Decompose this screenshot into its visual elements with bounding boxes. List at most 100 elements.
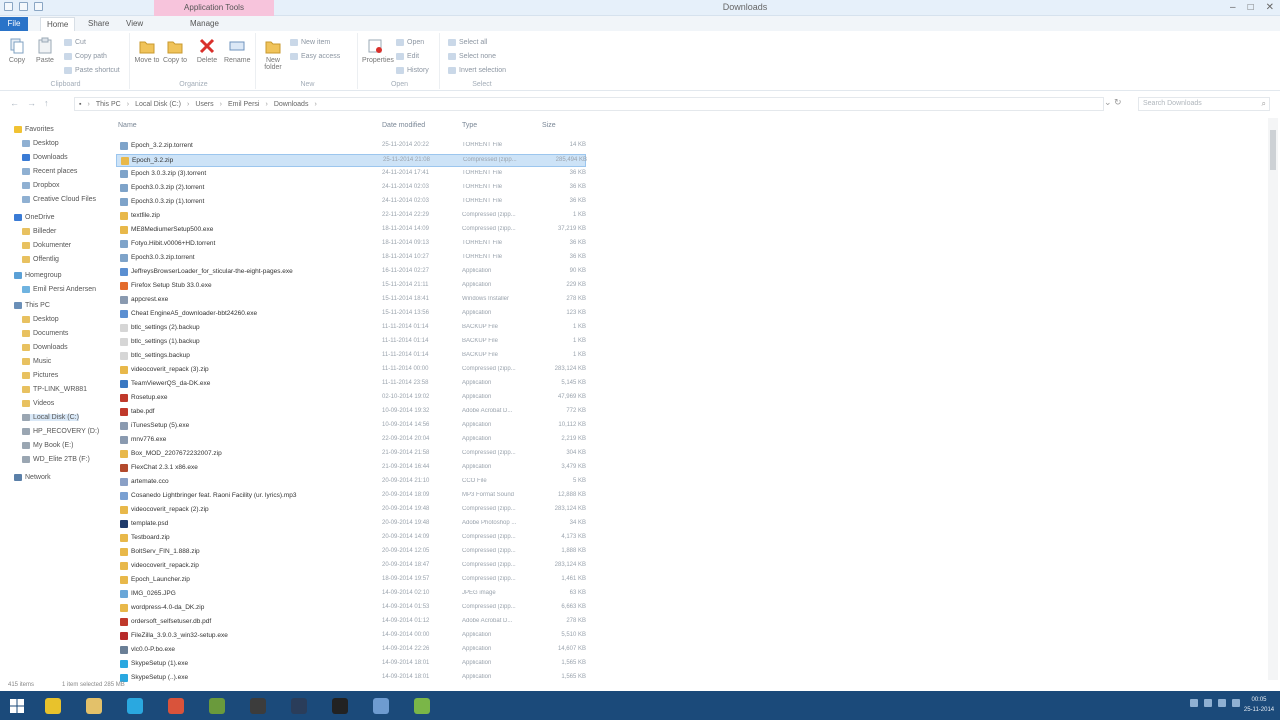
file-row[interactable]: wordpress-4.0-da_DK.zip 14-09-2014 01:53 C…	[116, 602, 586, 615]
file-row[interactable]: iTunesSetup (5).exe 10-09-2014 14:56 Appli…	[116, 420, 586, 433]
taskbar-paint-button[interactable]	[364, 694, 398, 717]
properties-icon[interactable]	[4, 2, 13, 11]
file-row[interactable]: videocoverit_repack (2).zip 20-09-2014 19…	[116, 504, 586, 517]
file-row[interactable]: Fotyo.Hibit.v0006+HD.torrent 18-11-2014 0…	[116, 238, 586, 251]
nav-favorite-item[interactable]: Dropbox	[22, 182, 59, 189]
nav-onedrive-item[interactable]: Billeder	[22, 228, 56, 235]
file-row[interactable]: mnv776.exe 22-09-2014 20:04 Application 2,2…	[116, 434, 586, 447]
copy-path-button[interactable]: Copy path	[64, 53, 107, 60]
rename-button[interactable]: Rename	[224, 37, 250, 64]
taskbar-utorrent-button[interactable]	[405, 694, 439, 717]
easy-access-button[interactable]: Easy access	[290, 53, 340, 60]
breadcrumb-this-pc[interactable]: This PC	[96, 101, 121, 108]
start-button[interactable]	[0, 694, 34, 717]
clock[interactable]: 00:05 25-11-2014	[1242, 695, 1276, 715]
invert-selection-button[interactable]: Invert selection	[448, 67, 506, 74]
edit-button[interactable]: Edit	[396, 53, 419, 60]
nav-pc-item[interactable]: Documents	[22, 330, 68, 337]
file-row[interactable]: videocoverit_repack.zip 20-09-2014 18:47 C…	[116, 560, 586, 573]
taskbar-unity-button[interactable]	[323, 694, 357, 717]
flag-icon[interactable]	[1232, 699, 1240, 707]
nav-pc-item[interactable]: HP_RECOVERY (D:)	[22, 428, 99, 435]
file-row[interactable]: ordersoft_selfsetuser.db.pdf 14-09-2014 0…	[116, 616, 586, 629]
nav-pc-item[interactable]: Local Disk (C:)	[22, 414, 79, 421]
select-all-button[interactable]: Select all	[448, 39, 487, 46]
forward-arrow-icon[interactable]: →	[27, 98, 44, 108]
breadcrumb[interactable]: ▪ › This PC › Local Disk (C:) › Users › …	[74, 97, 1104, 111]
select-none-button[interactable]: Select none	[448, 53, 496, 60]
new-folder-icon[interactable]	[19, 2, 28, 11]
file-row[interactable]: appcrest.exe 15-11-2014 18:41 Windows Inst…	[116, 294, 586, 307]
column-header-name[interactable]: Name	[118, 122, 137, 129]
taskbar-opera-button[interactable]	[159, 694, 193, 717]
search-input[interactable]: Search Downloads ⌕	[1138, 97, 1270, 111]
back-arrow-icon[interactable]: ←	[10, 98, 27, 108]
refresh-icon[interactable]: ⌄ ↻	[1104, 97, 1122, 108]
file-row[interactable]: BoltServ_FIN_1.888.zip 20-09-2014 12:05 Co…	[116, 546, 586, 559]
file-row[interactable]: Epoch_3.2.zip.torrent 25-11-2014 20:22 TOR…	[116, 140, 586, 153]
cut-button[interactable]: Cut	[64, 39, 86, 46]
nav-favorite-item[interactable]: Recent places	[22, 168, 77, 175]
taskbar-minecraft-button[interactable]	[200, 694, 234, 717]
file-row[interactable]: Rosetup.exe 02-10-2014 19:02 Application 47…	[116, 392, 586, 405]
file-row[interactable]: tabe.pdf 10-09-2014 19:32 Adobe Acrobat D.…	[116, 406, 586, 419]
breadcrumb-user[interactable]: Emil Persi	[228, 101, 260, 108]
qat-dropdown-icon[interactable]	[34, 2, 43, 11]
file-row[interactable]: Cosanedo Lightbringer feat. Raoni Facili…	[116, 490, 586, 503]
paste-button[interactable]: Paste	[32, 37, 58, 64]
file-row[interactable]: Epoch3.0.3.zip (1).torrent 24-11-2014 02:…	[116, 196, 586, 209]
tab-home[interactable]: Home	[40, 17, 76, 31]
tab-manage[interactable]: Manage	[184, 17, 225, 31]
delete-button[interactable]: Delete	[194, 37, 220, 64]
new-folder-button[interactable]: New folder	[260, 37, 286, 71]
network-icon[interactable]	[1204, 699, 1212, 707]
nav-onedrive[interactable]: OneDrive	[14, 214, 55, 221]
taskbar-terminal-button[interactable]	[241, 694, 275, 717]
column-header-type[interactable]: Type	[462, 122, 477, 129]
nav-this-pc[interactable]: This PC	[14, 302, 50, 309]
tab-share[interactable]: Share	[82, 17, 115, 31]
vertical-scrollbar[interactable]	[1268, 118, 1278, 680]
nav-onedrive-item[interactable]: Dokumenter	[22, 242, 71, 249]
file-row[interactable]: JeffreysBrowserLoader_for_sticular-the-e…	[116, 266, 586, 279]
file-row[interactable]: FlexChat 2.3.1 x86.exe 21-09-2014 16:44 Ap…	[116, 462, 586, 475]
nav-favorite-item[interactable]: Downloads	[22, 154, 68, 161]
nav-homegroup-item[interactable]: Emil Persi Andersen	[22, 286, 96, 293]
file-row[interactable]: ME8MediumerSetup500.exe 18-11-2014 14:09 C…	[116, 224, 586, 237]
column-header-size[interactable]: Size	[542, 122, 556, 129]
tab-view[interactable]: View	[120, 17, 149, 31]
up-arrow-icon[interactable]: ↑	[44, 98, 57, 108]
file-row[interactable]: Firefox Setup Stub 33.0.exe 15-11-2014 21…	[116, 280, 586, 293]
taskbar-explorer-button[interactable]	[77, 694, 111, 717]
taskbar-chrome-button[interactable]	[36, 694, 70, 717]
nav-pc-item[interactable]: Pictures	[22, 372, 58, 379]
tab-file[interactable]: File	[0, 17, 28, 31]
breadcrumb-downloads[interactable]: Downloads	[274, 101, 309, 108]
file-row[interactable]: Box_MOD_2207672232007.zip 21-09-2014 21:5…	[116, 448, 586, 461]
file-row[interactable]: btlc_settings (1).backup 11-11-2014 01:14…	[116, 336, 586, 349]
move-to-button[interactable]: Move to	[134, 37, 160, 64]
nav-pc-item[interactable]: Videos	[22, 400, 54, 407]
nav-favorite-item[interactable]: Desktop	[22, 140, 59, 147]
file-row[interactable]: Epoch_3.2.zip 25-11-2014 21:08 Compressed …	[116, 154, 587, 167]
nav-favorite-item[interactable]: Creative Cloud Files	[22, 196, 96, 203]
file-row[interactable]: vlc0.0-P.bo.exe 14-09-2014 22:26 Applicati…	[116, 644, 586, 657]
column-header-date[interactable]: Date modified	[382, 122, 425, 129]
copy-to-button[interactable]: Copy to	[162, 37, 188, 64]
file-row[interactable]: videocoverit_repack (3).zip 11-11-2014 00…	[116, 364, 586, 377]
file-row[interactable]: artemate.cco 20-09-2014 21:10 CCO File 5 KB	[116, 476, 586, 489]
volume-icon[interactable]	[1218, 699, 1226, 707]
nav-homegroup[interactable]: Homegroup	[14, 272, 62, 279]
close-button[interactable]: ✕	[1266, 2, 1274, 13]
copy-button[interactable]: Copy	[4, 37, 30, 64]
file-row[interactable]: Epoch3.0.3.zip.torrent 18-11-2014 10:27 TO…	[116, 252, 586, 265]
history-button[interactable]: History	[396, 67, 429, 74]
breadcrumb-local-disk[interactable]: Local Disk (C:)	[135, 101, 181, 108]
file-row[interactable]: TeamViewerQS_da-DK.exe 11-11-2014 23:58 Ap…	[116, 378, 586, 391]
nav-favorites[interactable]: Favorites	[14, 126, 54, 133]
file-row[interactable]: btlc_settings.backup 11-11-2014 01:14 BACK…	[116, 350, 586, 363]
file-row[interactable]: Epoch3.0.3.zip (2).torrent 24-11-2014 02:…	[116, 182, 586, 195]
taskbar-skype-button[interactable]	[118, 694, 152, 717]
file-row[interactable]: Testboard.zip 20-09-2014 14:09 Compressed …	[116, 532, 586, 545]
scrollbar-thumb[interactable]	[1270, 130, 1276, 170]
